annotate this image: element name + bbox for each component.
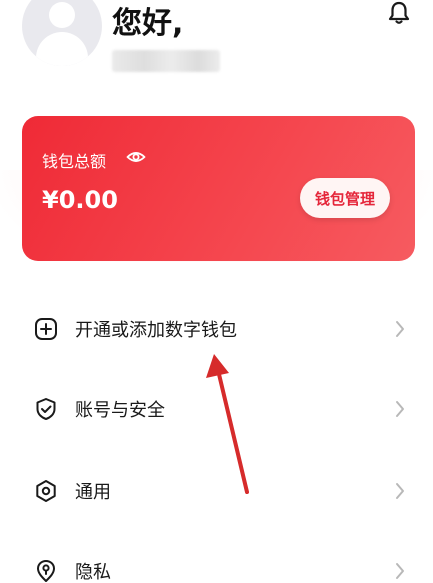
chevron-right-icon bbox=[396, 563, 404, 579]
settings-menu: 开通或添加数字钱包 账号与安全 通用 隐私 bbox=[0, 262, 433, 583]
profile-header: 您好, bbox=[0, 0, 433, 110]
wallet-amount: ¥0.00 bbox=[42, 186, 118, 214]
greeting-title: 您好, bbox=[112, 6, 184, 41]
settings-hexagon-icon bbox=[36, 480, 56, 502]
chevron-right-icon bbox=[396, 321, 404, 337]
menu-item-label: 开通或添加数字钱包 bbox=[75, 320, 237, 341]
menu-item-label: 隐私 bbox=[75, 562, 111, 583]
menu-item-add-digital-wallet[interactable]: 开通或添加数字钱包 bbox=[0, 299, 433, 359]
wallet-card[interactable]: 钱包总额 ¥0.00 钱包管理 bbox=[22, 116, 415, 261]
chevron-right-icon bbox=[396, 401, 404, 417]
wallet-manage-button[interactable]: 钱包管理 bbox=[300, 178, 390, 218]
wallet-total-label: 钱包总额 bbox=[42, 152, 107, 171]
masked-account-id bbox=[112, 50, 220, 72]
menu-item-label: 账号与安全 bbox=[75, 400, 165, 421]
plus-square-icon bbox=[35, 318, 57, 340]
menu-item-label: 通用 bbox=[75, 482, 111, 503]
privacy-lock-icon bbox=[37, 560, 55, 582]
menu-item-privacy[interactable]: 隐私 bbox=[0, 541, 433, 583]
shield-check-icon bbox=[36, 398, 56, 420]
menu-item-account-security[interactable]: 账号与安全 bbox=[0, 379, 433, 439]
bell-icon[interactable] bbox=[386, 0, 412, 26]
menu-item-general[interactable]: 通用 bbox=[0, 461, 433, 521]
eye-icon[interactable] bbox=[126, 148, 146, 166]
chevron-right-icon bbox=[396, 483, 404, 499]
user-avatar-icon[interactable] bbox=[22, 0, 102, 66]
